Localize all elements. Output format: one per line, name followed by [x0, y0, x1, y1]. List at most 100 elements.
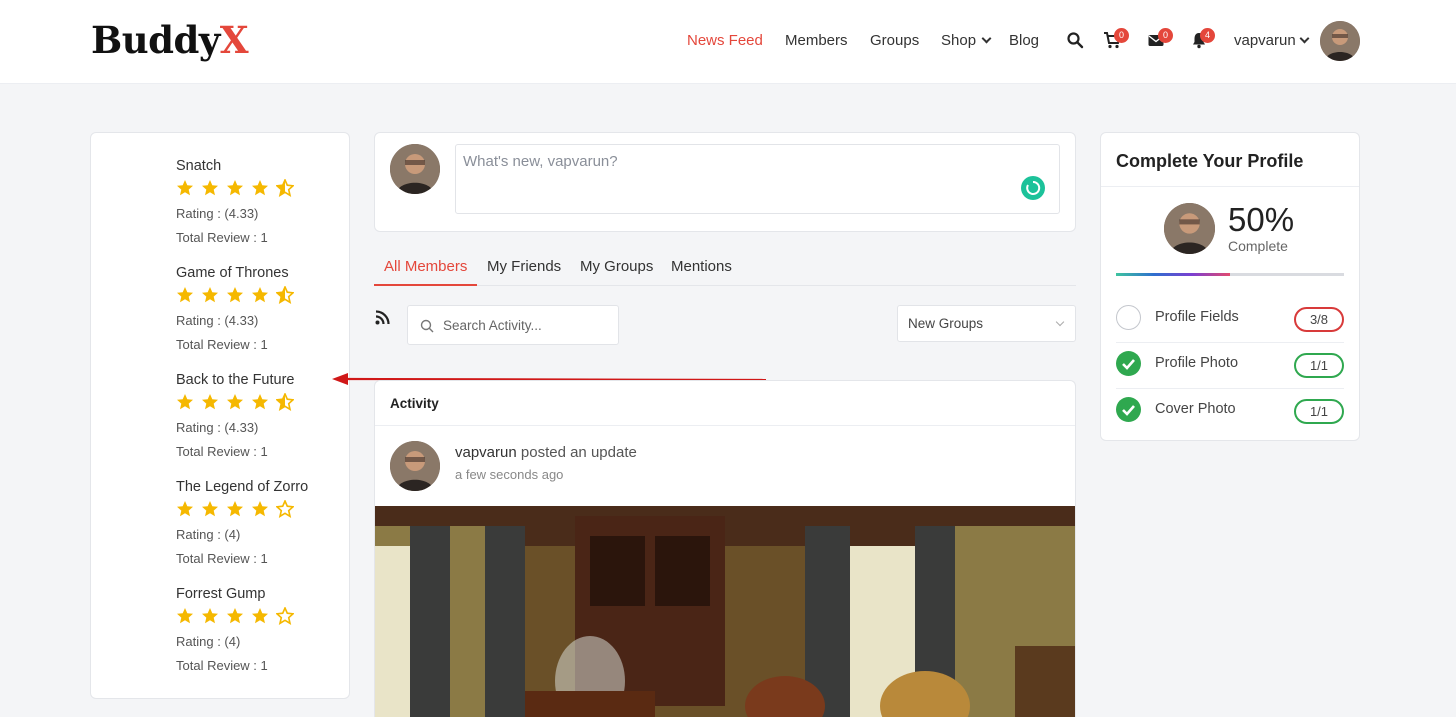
- profile-widget-title: Complete Your Profile: [1116, 151, 1304, 171]
- empty-circle-icon: [1116, 305, 1141, 330]
- tab-my-friends[interactable]: My Friends: [487, 258, 561, 275]
- star-filled-icon: [176, 500, 194, 518]
- composer-placeholder: What's new, vapvarun?: [463, 153, 618, 170]
- profile-avatar: [1164, 203, 1215, 254]
- user-menu-chevron-down-icon[interactable]: [1299, 33, 1310, 44]
- tab-mentions[interactable]: Mentions: [671, 258, 732, 275]
- star-filled-icon: [226, 286, 244, 304]
- nav-blog[interactable]: Blog: [1009, 32, 1039, 49]
- star-empty-icon: [275, 606, 295, 625]
- star-filled-icon: [176, 393, 194, 411]
- star-filled-icon: [176, 179, 194, 197]
- profile-progress-fill: [1116, 273, 1230, 276]
- star-filled-icon: [201, 500, 219, 518]
- activity-user-avatar[interactable]: [390, 441, 440, 491]
- review-rating-text: Rating : (4.33): [176, 206, 259, 221]
- complete-profile-widget: [1100, 132, 1360, 441]
- nav-news-feed[interactable]: News Feed: [687, 32, 763, 49]
- emoji-icon: [1026, 180, 1041, 195]
- nav-groups[interactable]: Groups: [870, 32, 919, 49]
- star-filled-icon: [251, 393, 269, 411]
- review-total-text: Total Review : 1: [176, 551, 268, 566]
- profile-item-label[interactable]: Profile Photo: [1155, 355, 1238, 371]
- nav-members[interactable]: Members: [785, 32, 848, 49]
- activity-filter-value: New Groups: [908, 316, 984, 331]
- tabs-divider: [374, 285, 1076, 286]
- review-rating-text: Rating : (4.33): [176, 420, 259, 435]
- review-title[interactable]: Forrest Gump: [176, 586, 265, 602]
- messages-count-badge: 0: [1158, 28, 1173, 43]
- profile-item-count-badge: 1/1: [1294, 399, 1344, 424]
- star-half-icon: [275, 178, 295, 197]
- composer-avatar[interactable]: [390, 144, 440, 194]
- profile-item-divider: [1116, 388, 1344, 389]
- header-avatar[interactable]: [1320, 21, 1360, 61]
- user-menu-name[interactable]: vapvarun: [1234, 32, 1296, 49]
- activity-heading: Activity: [390, 396, 439, 411]
- star-filled-icon: [251, 286, 269, 304]
- check-circle-icon: [1116, 351, 1141, 376]
- activity-divider: [375, 425, 1075, 426]
- activity-action-text: posted an update: [520, 444, 637, 461]
- review-rating-text: Rating : (4): [176, 527, 241, 542]
- star-filled-icon: [201, 607, 219, 625]
- site-header: BuddyX News Feed Members Groups Shop Blo…: [0, 0, 1456, 84]
- review-title[interactable]: The Legend of Zorro: [176, 479, 308, 495]
- review-star-rating: [176, 606, 295, 625]
- brand-logo[interactable]: BuddyX: [91, 18, 249, 62]
- review-star-rating: [176, 178, 295, 197]
- active-tab-indicator: [374, 284, 477, 286]
- cart-count-badge: 0: [1114, 28, 1129, 43]
- profile-progress-bar: [1116, 273, 1344, 276]
- star-filled-icon: [251, 500, 269, 518]
- star-filled-icon: [251, 607, 269, 625]
- activity-author-link[interactable]: vapvarun: [455, 444, 517, 461]
- activity-post-image[interactable]: [375, 506, 1075, 717]
- review-star-rating: [176, 392, 295, 411]
- shop-chevron-down-icon[interactable]: [981, 33, 992, 44]
- review-star-rating: [176, 285, 295, 304]
- review-title[interactable]: Game of Thrones: [176, 265, 289, 281]
- profile-percent: 50%: [1228, 201, 1295, 238]
- review-title[interactable]: Back to the Future: [176, 372, 294, 388]
- star-filled-icon: [226, 393, 244, 411]
- review-total-text: Total Review : 1: [176, 444, 268, 459]
- review-star-rating: [176, 499, 295, 518]
- star-empty-icon: [275, 499, 295, 518]
- star-filled-icon: [226, 607, 244, 625]
- activity-search-input[interactable]: Search Activity...: [407, 305, 619, 345]
- profile-item-label[interactable]: Cover Photo: [1155, 401, 1236, 417]
- search-placeholder: Search Activity...: [443, 318, 542, 333]
- star-filled-icon: [226, 500, 244, 518]
- search-field-icon: [420, 319, 434, 333]
- profile-item-divider: [1116, 342, 1344, 343]
- review-rating-text: Rating : (4): [176, 634, 241, 649]
- profile-complete-label: Complete: [1228, 238, 1288, 254]
- star-filled-icon: [226, 179, 244, 197]
- star-filled-icon: [176, 607, 194, 625]
- profile-item-count-badge: 3/8: [1294, 307, 1344, 332]
- star-half-icon: [275, 392, 295, 411]
- check-circle-icon: [1116, 397, 1141, 422]
- search-icon[interactable]: [1066, 31, 1084, 49]
- star-filled-icon: [201, 286, 219, 304]
- review-title[interactable]: Snatch: [176, 158, 221, 174]
- tab-my-groups[interactable]: My Groups: [580, 258, 653, 275]
- profile-item-label[interactable]: Profile Fields: [1155, 309, 1239, 325]
- tab-all-members[interactable]: All Members: [384, 258, 467, 275]
- review-total-text: Total Review : 1: [176, 230, 268, 245]
- star-filled-icon: [201, 393, 219, 411]
- emoji-button[interactable]: [1021, 176, 1045, 200]
- profile-widget-divider: [1101, 186, 1359, 187]
- rss-icon[interactable]: [375, 310, 390, 325]
- activity-timestamp[interactable]: a few seconds ago: [455, 467, 563, 482]
- activity-filter-select[interactable]: New Groups: [897, 305, 1076, 342]
- nav-shop[interactable]: Shop: [941, 32, 976, 49]
- star-filled-icon: [176, 286, 194, 304]
- whats-new-textarea[interactable]: What's new, vapvarun?: [455, 144, 1060, 214]
- star-half-icon: [275, 285, 295, 304]
- review-total-text: Total Review : 1: [176, 658, 268, 673]
- star-filled-icon: [201, 179, 219, 197]
- chevron-down-icon: [1055, 317, 1065, 327]
- profile-item-count-badge: 1/1: [1294, 353, 1344, 378]
